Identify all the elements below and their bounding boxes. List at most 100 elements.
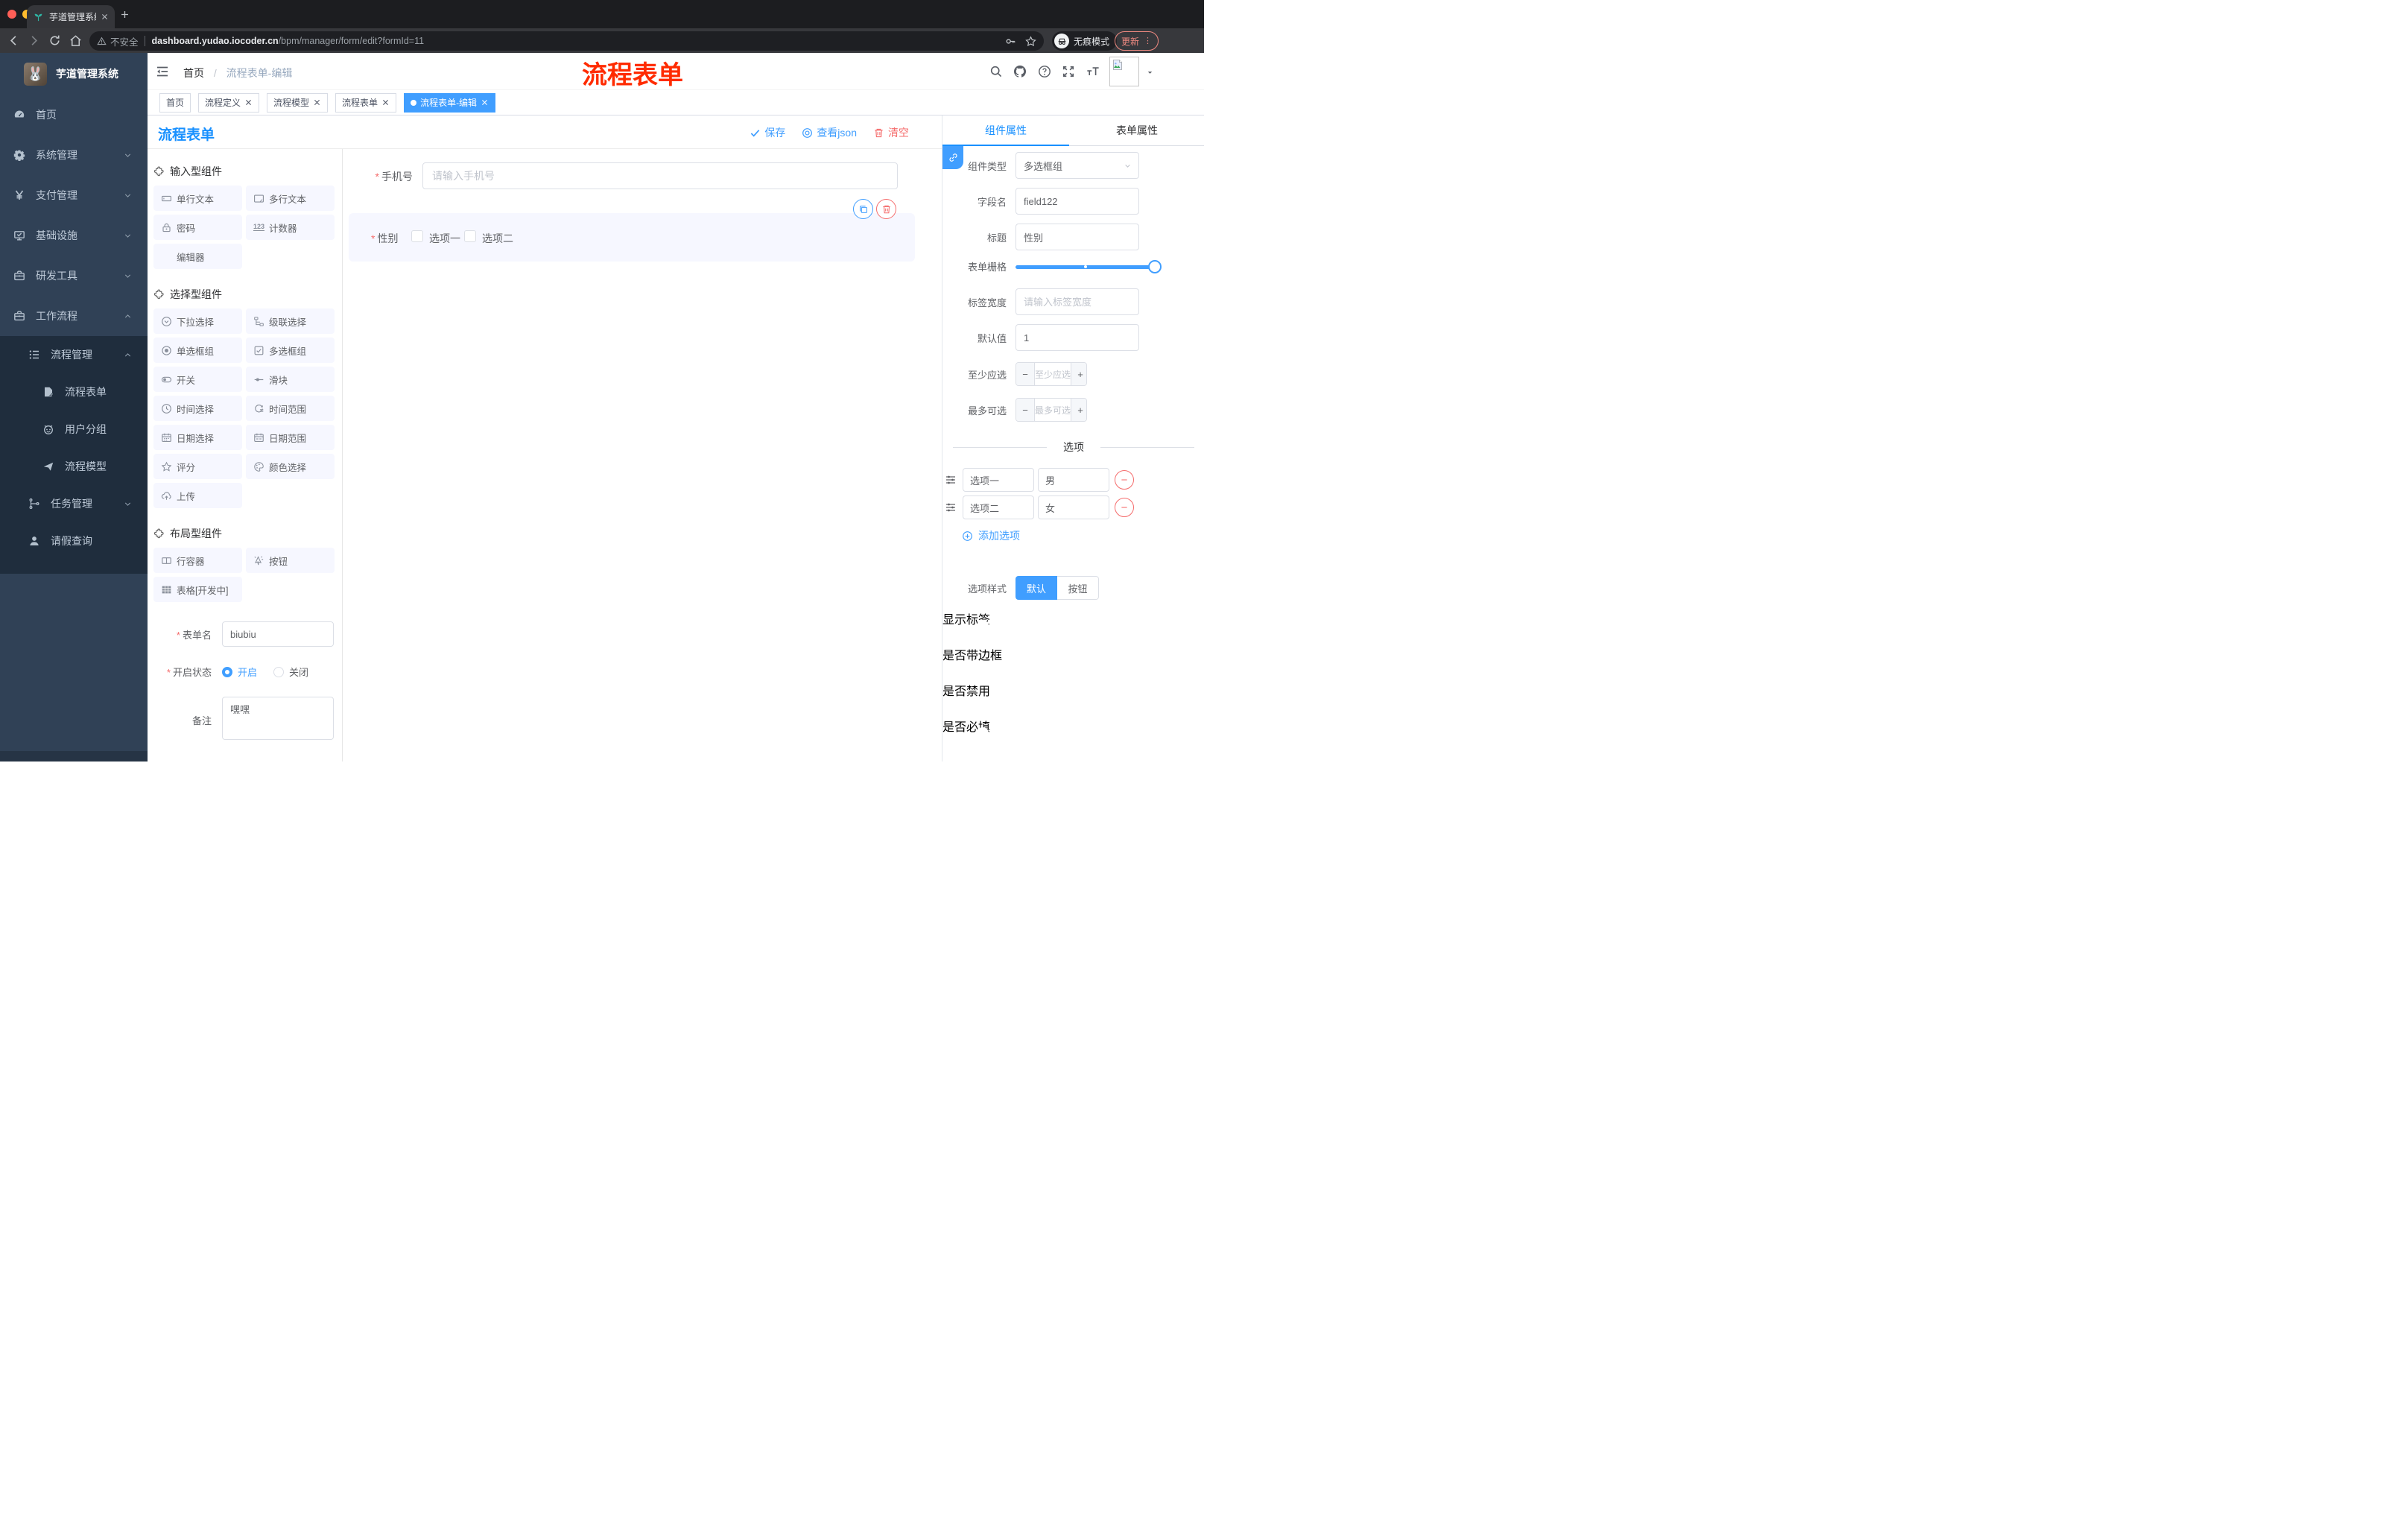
sidebar-item-infra[interactable]: 基础设施 [0, 215, 148, 256]
comp-multi-text[interactable]: 多行文本 [246, 186, 335, 211]
comp-button[interactable]: 按钮 [246, 548, 335, 573]
new-tab-button[interactable] [120, 10, 130, 19]
browser-update-button[interactable]: 更新 ⋮ [1115, 31, 1159, 51]
comp-radio-group[interactable]: 单选框组 [153, 338, 242, 363]
save-button[interactable]: 保存 [750, 125, 785, 140]
sidebar-item-payment[interactable]: 支付管理 [0, 175, 148, 215]
option-2-value-input[interactable] [1038, 495, 1109, 519]
option-2-label-input[interactable] [963, 495, 1034, 519]
status-radio-on[interactable]: 开启 [222, 665, 257, 679]
slider-handle[interactable] [1148, 259, 1162, 273]
drag-handle-icon[interactable] [945, 474, 957, 486]
app-logo[interactable]: 🐰 芋道管理系统 [0, 53, 148, 95]
comp-counter[interactable]: 123 计数器 [246, 215, 335, 240]
avatar[interactable] [1109, 57, 1139, 86]
clear-button[interactable]: 清空 [873, 125, 909, 140]
sidebar-item-system[interactable]: 系统管理 [0, 135, 148, 175]
min-select-value[interactable]: 至少应选 [1035, 363, 1071, 385]
tag-process-form-edit[interactable]: 流程表单-编辑 [404, 92, 496, 113]
stepper-plus-button[interactable]: + [1071, 399, 1086, 421]
delete-field-button[interactable] [876, 199, 896, 219]
tag-close-icon[interactable] [313, 98, 321, 107]
stepper-minus-button[interactable]: − [1016, 399, 1035, 421]
tag-process-form[interactable]: 流程表单 [335, 92, 397, 113]
sidebar-item-devtools[interactable]: 研发工具 [0, 256, 148, 296]
form-canvas[interactable]: *手机号 *性别 选项一 选项二 [343, 149, 942, 762]
tag-close-icon[interactable] [244, 98, 253, 107]
form-remark-textarea[interactable]: 嘿嘿 [222, 697, 334, 740]
max-select-value[interactable]: 最多可选 [1035, 399, 1071, 421]
comp-slider[interactable]: 滑块 [246, 367, 335, 392]
comp-select[interactable]: 下拉选择 [153, 308, 242, 334]
traffic-close-button[interactable] [7, 10, 16, 19]
canvas-field-gender-selected[interactable]: * 性别 选项一 选项二 [349, 199, 915, 262]
remove-option-button[interactable]: − [1115, 498, 1134, 517]
browser-home-icon[interactable] [69, 34, 83, 48]
gender-checkbox-1[interactable] [411, 230, 423, 242]
tag-close-icon[interactable] [381, 98, 390, 107]
comp-rate[interactable]: 评分 [153, 454, 242, 479]
browser-forward-icon[interactable] [27, 34, 41, 48]
label-width-input[interactable] [1016, 288, 1139, 315]
option-1-value-input[interactable] [1038, 468, 1109, 492]
bookmark-star-icon[interactable] [1025, 35, 1036, 47]
security-label[interactable]: 不安全 [110, 34, 139, 48]
phone-input[interactable] [422, 162, 898, 189]
gender-checkbox-2[interactable] [464, 230, 476, 242]
canvas-field-phone[interactable]: * 手机号 [343, 162, 942, 189]
comp-color-picker[interactable]: 颜色选择 [246, 454, 335, 479]
comp-time-range[interactable]: 时间范围 [246, 396, 335, 421]
stepper-plus-button[interactable]: + [1071, 363, 1086, 385]
search-icon[interactable] [989, 65, 1003, 78]
tag-close-icon[interactable] [481, 98, 489, 107]
title-input[interactable] [1016, 224, 1139, 250]
comp-date-picker[interactable]: 日期选择 [153, 425, 242, 450]
sidebar-item-process-model[interactable]: 流程模型 [0, 448, 148, 485]
comp-switch[interactable]: 开关 [153, 367, 242, 392]
sidebar-item-user-group[interactable]: 用户分组 [0, 411, 148, 448]
tag-home[interactable]: 首页 [159, 92, 191, 113]
comp-date-range[interactable]: 日期范围 [246, 425, 335, 450]
tab-component-props[interactable]: 组件属性 [942, 115, 1069, 146]
default-value-input[interactable] [1016, 324, 1139, 351]
comp-row-container[interactable]: 行容器 [153, 548, 242, 573]
address-bar[interactable]: 不安全 dashboard.yudao.iocoder.cn /bpm/mana… [89, 31, 1044, 51]
help-icon[interactable] [1038, 65, 1051, 78]
drag-handle-icon[interactable] [945, 501, 957, 513]
remove-option-button[interactable]: − [1115, 470, 1134, 490]
comp-cascader[interactable]: 级联选择 [246, 308, 335, 334]
tag-process-definition[interactable]: 流程定义 [198, 92, 260, 113]
option-1-label-input[interactable] [963, 468, 1034, 492]
style-button-button[interactable]: 按钮 [1057, 576, 1099, 600]
comp-time-picker[interactable]: 时间选择 [153, 396, 242, 421]
comp-checkbox-group[interactable]: 多选框组 [246, 338, 335, 363]
avatar-caret-icon[interactable] [1146, 69, 1154, 77]
github-icon[interactable] [1013, 65, 1027, 78]
comp-single-text[interactable]: 单行文本 [153, 186, 242, 211]
add-option-button[interactable]: 添加选项 [962, 528, 1205, 543]
sidebar-item-workflow[interactable]: 工作流程 [0, 296, 148, 336]
breadcrumb-home[interactable]: 首页 [183, 67, 204, 79]
browser-tab[interactable]: 芋道管理系统 [27, 5, 115, 28]
tab-form-props[interactable]: 表单属性 [1069, 115, 1205, 146]
browser-back-icon[interactable] [7, 34, 21, 48]
comp-password[interactable]: 密码 [153, 215, 242, 240]
sidebar-item-process-mgmt[interactable]: 流程管理 [0, 336, 148, 373]
sidebar-item-home[interactable]: 首页 [0, 95, 148, 135]
field-name-input[interactable] [1016, 188, 1139, 215]
comp-upload[interactable]: 上传 [153, 483, 242, 508]
hamburger-icon[interactable] [155, 64, 170, 79]
comp-editor[interactable]: 编辑器 [153, 244, 242, 269]
form-name-input[interactable] [222, 621, 334, 647]
password-key-icon[interactable] [1005, 36, 1016, 47]
status-radio-off[interactable]: 关闭 [273, 665, 308, 679]
tag-process-model[interactable]: 流程模型 [267, 92, 329, 113]
comp-table-dev[interactable]: 表格[开发中] [153, 577, 242, 602]
view-json-button[interactable]: 查看json [802, 125, 857, 140]
font-size-icon[interactable] [1085, 65, 1101, 78]
fullscreen-icon[interactable] [1062, 65, 1075, 78]
duplicate-field-button[interactable] [853, 199, 873, 219]
component-type-select[interactable]: 多选框组 [1016, 152, 1139, 179]
sidebar-item-task-mgmt[interactable]: 任务管理 [0, 485, 148, 522]
stepper-minus-button[interactable]: − [1016, 363, 1035, 385]
